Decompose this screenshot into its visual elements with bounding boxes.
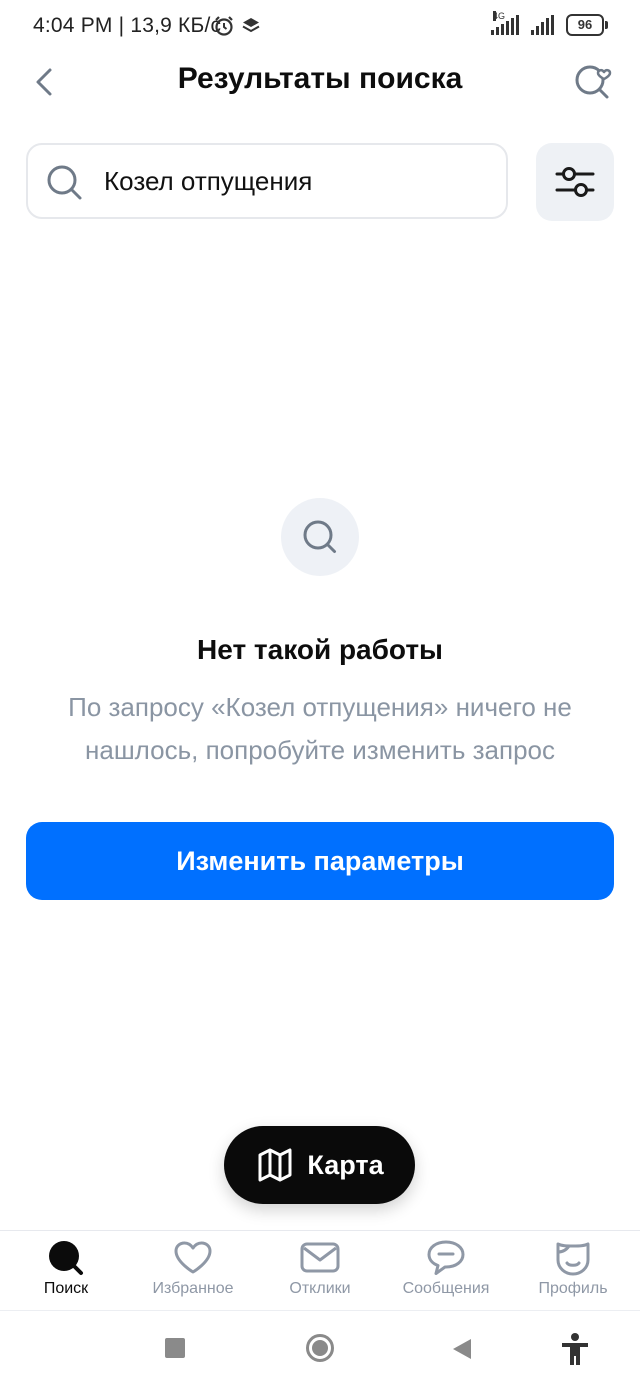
map-button[interactable]: Карта [224, 1126, 415, 1204]
network-tag: 4G [493, 11, 506, 21]
heart-icon [174, 1241, 212, 1274]
search-icon [47, 165, 82, 200]
home-button[interactable] [305, 1333, 335, 1363]
empty-state-text: По запросу «Козел отпущения» ничего не н… [68, 692, 572, 765]
nav-label-responses: Отклики [289, 1280, 351, 1297]
search-icon [303, 520, 336, 553]
nav-label-messages: Сообщения [402, 1280, 490, 1297]
status-icons [213, 15, 261, 37]
nav-label-profile: Профиль [538, 1280, 608, 1297]
chat-bubble-icon [427, 1240, 465, 1275]
mail-icon [300, 1242, 340, 1273]
search-filled-icon [49, 1241, 83, 1275]
alarm-icon [215, 16, 233, 36]
status-time: 4:04 PM | 13,9 КБ/с [33, 14, 222, 37]
accessibility-icon [562, 1333, 588, 1365]
nav-label-favorites: Избранное [152, 1280, 234, 1297]
triangle-back-icon [453, 1339, 471, 1359]
map-icon [258, 1148, 292, 1182]
circle-icon [306, 1334, 334, 1362]
back-nav-button[interactable] [451, 1338, 473, 1360]
nav-label-search: Поиск [43, 1280, 89, 1297]
status-right: 4G 96 [491, 11, 608, 36]
square-icon [165, 1338, 185, 1358]
recents-button[interactable] [165, 1338, 185, 1358]
page-title: Результаты поиска [177, 62, 463, 95]
battery-icon: 96 [566, 14, 608, 36]
nav-item-messages[interactable]: Сообщения [386, 1238, 506, 1298]
change-parameters-button[interactable]: Изменить параметры [26, 822, 614, 900]
layers-icon [242, 18, 260, 33]
nav-item-favorites[interactable]: Избранное [133, 1238, 253, 1298]
empty-state-icon-wrap [281, 498, 359, 576]
search-input[interactable] [104, 160, 484, 202]
accessibility-button[interactable] [560, 1332, 590, 1366]
sliders-icon [555, 167, 595, 197]
signal-4g-icon: 4G [491, 11, 519, 35]
signal-icon [531, 15, 554, 35]
empty-state-title: Нет такой работы [197, 634, 443, 665]
nav-item-search[interactable]: Поиск [6, 1238, 126, 1298]
nav-item-responses[interactable]: Отклики [260, 1238, 380, 1298]
saved-searches-button[interactable] [570, 56, 618, 104]
map-button-label: Карта [307, 1149, 384, 1180]
search-heart-icon [575, 65, 612, 99]
filter-button[interactable] [536, 143, 614, 221]
nav-item-profile[interactable]: Профиль [513, 1238, 633, 1298]
profile-face-icon [556, 1242, 590, 1276]
